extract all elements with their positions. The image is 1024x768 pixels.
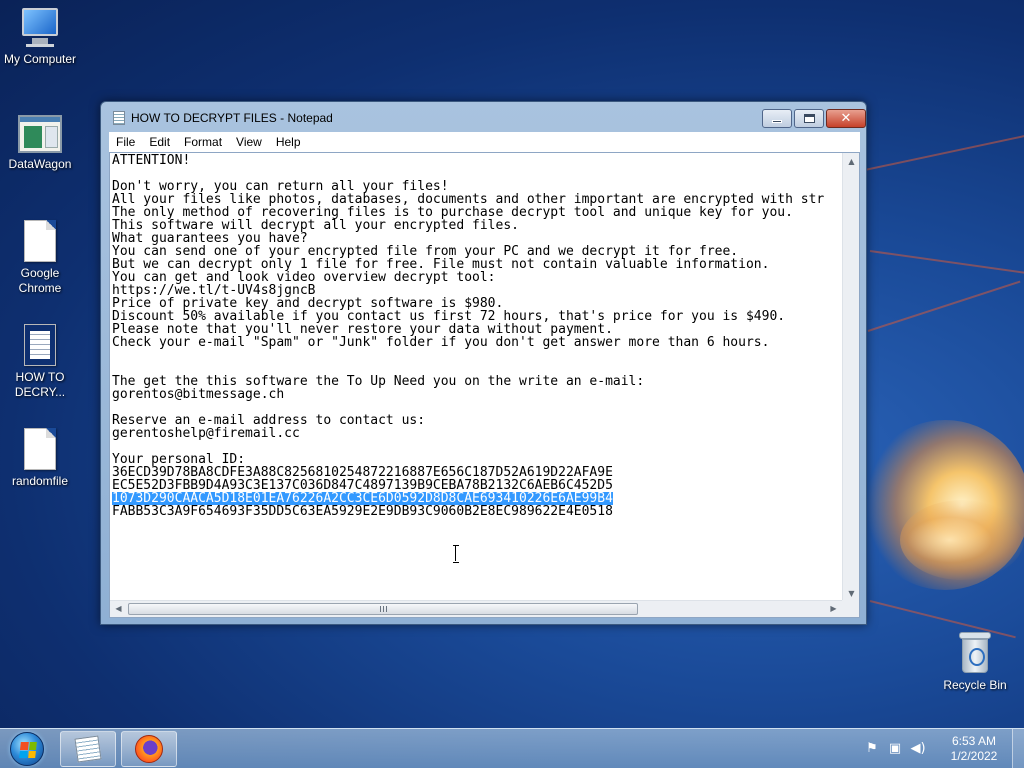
text-line: ATTENTION! xyxy=(112,154,191,167)
menu-bar: File Edit Format View Help xyxy=(109,132,860,152)
menu-file[interactable]: File xyxy=(109,135,142,149)
desktop-icon-how-to-decrypt[interactable]: HOW TO DECRY... xyxy=(0,324,80,400)
document-text[interactable]: ATTENTION! Don't worry, you can return al… xyxy=(112,154,840,601)
text-editor[interactable]: ATTENTION! Don't worry, you can return al… xyxy=(109,152,860,618)
text-line xyxy=(112,401,840,414)
scrollbar-corner xyxy=(842,600,859,617)
text-line: Don't worry, you can return all your fil… xyxy=(112,180,449,193)
text-line: https://we.tl/t-UV4s8jgncB xyxy=(112,284,316,297)
desktop-icon-google-chrome[interactable]: Google Chrome xyxy=(0,220,80,296)
text-line: Reserve an e-mail address to contact us: xyxy=(112,414,426,427)
text-line: But we can decrypt only 1 file for free.… xyxy=(112,258,770,271)
action-center-flag-icon[interactable]: ⚑ xyxy=(864,741,880,757)
desktop-icon-label: DataWagon xyxy=(8,157,72,171)
text-line: Check your e-mail "Spam" or "Junk" folde… xyxy=(112,336,770,349)
title-bar[interactable]: HOW TO DECRYPT FILES - Notepad ✕ xyxy=(101,102,866,132)
grip-icon xyxy=(379,606,387,612)
minimize-button[interactable] xyxy=(762,109,792,128)
text-line: Please note that you'll never restore yo… xyxy=(112,323,613,336)
close-button[interactable]: ✕ xyxy=(826,109,866,128)
text-line: Discount 50% available if you contact us… xyxy=(112,310,786,323)
taskbar-firefox-button[interactable] xyxy=(121,731,177,767)
scroll-right-icon[interactable]: ▶ xyxy=(825,601,842,618)
datawagon-icon xyxy=(18,115,62,153)
scroll-left-icon[interactable]: ◀ xyxy=(110,601,127,618)
scroll-up-icon[interactable]: ▲ xyxy=(843,153,860,170)
taskbar: ⚑ ▣ ◀) 6:53 AM 1/2/2022 xyxy=(0,728,1024,768)
text-line: EC5E52D3FBB9D4A93C3E137C036D847C4897139B… xyxy=(112,479,613,492)
text-line: What guarantees you have? xyxy=(112,232,308,245)
text-line xyxy=(112,167,840,180)
blank-file-icon xyxy=(24,428,56,470)
firefox-icon xyxy=(135,735,163,763)
maximize-icon xyxy=(803,114,815,123)
text-line xyxy=(112,362,840,375)
network-icon[interactable]: ▣ xyxy=(887,741,903,757)
notepad-icon xyxy=(74,735,102,763)
minimize-icon xyxy=(772,120,782,123)
window-title: HOW TO DECRYPT FILES - Notepad xyxy=(131,111,333,125)
desktop-icon-label: HOW TO DECRY... xyxy=(14,370,66,399)
text-line: This software will decrypt all your encr… xyxy=(112,219,519,232)
desktop-icon-recycle-bin[interactable]: Recycle Bin xyxy=(935,632,1015,693)
desktop-icon-datawagon[interactable]: DataWagon xyxy=(0,115,80,172)
recycle-bin-icon xyxy=(959,632,991,674)
text-line: gorentos@bitmessage.ch xyxy=(112,388,285,401)
menu-view[interactable]: View xyxy=(229,135,269,149)
blank-file-icon xyxy=(24,220,56,262)
text-line: 1073D290CAACA5D18E01EA76226A2CC3CE6D0592… xyxy=(112,492,613,505)
show-desktop-button[interactable] xyxy=(1012,729,1024,768)
text-line: 36ECD39D78BA8CDFE3A88C825681025487221688… xyxy=(112,466,613,479)
menu-help[interactable]: Help xyxy=(269,135,308,149)
text-line: You can send one of your encrypted file … xyxy=(112,245,739,258)
taskbar-notepad-button[interactable] xyxy=(60,731,116,767)
desktop-icon-label: Recycle Bin xyxy=(943,678,1007,692)
desktop-icon-randomfile[interactable]: randomfile xyxy=(0,428,80,489)
text-line xyxy=(112,440,840,453)
maximize-button[interactable] xyxy=(794,109,824,128)
notepad-icon xyxy=(113,111,125,125)
text-line: gerentoshelp@firemail.cc xyxy=(112,427,300,440)
text-line xyxy=(112,349,840,362)
text-line: The only method of recovering files is t… xyxy=(112,206,793,219)
system-tray: ⚑ ▣ ◀) xyxy=(864,729,933,768)
text-line: Your personal ID: xyxy=(112,453,246,466)
text-file-icon xyxy=(24,324,56,366)
text-line: The get the this software the To Up Need… xyxy=(112,375,645,388)
windows-logo-icon xyxy=(10,732,44,766)
text-line: Price of private key and decrypt softwar… xyxy=(112,297,504,310)
desktop-icon-label: randomfile xyxy=(11,474,69,488)
horizontal-scrollbar[interactable]: ◀ ▶ xyxy=(110,600,842,617)
vertical-scrollbar[interactable]: ▲ ▼ xyxy=(842,153,859,602)
text-line: FABB53C3A9F654693F35DD5C63EA5929E2E9DB93… xyxy=(112,505,613,518)
text-line: You can get and look video overview decr… xyxy=(112,271,496,284)
computer-icon xyxy=(18,8,62,48)
desktop-icon-label: My Computer xyxy=(3,52,77,66)
menu-format[interactable]: Format xyxy=(177,135,229,149)
desktop-icon-my-computer[interactable]: My Computer xyxy=(0,8,80,67)
clock-time: 6:53 AM xyxy=(951,734,997,748)
menu-edit[interactable]: Edit xyxy=(142,135,177,149)
volume-icon[interactable]: ◀) xyxy=(910,741,926,757)
horizontal-scroll-thumb[interactable] xyxy=(128,603,638,615)
notepad-window[interactable]: HOW TO DECRYPT FILES - Notepad ✕ File Ed… xyxy=(100,101,867,625)
start-button[interactable] xyxy=(2,730,52,768)
text-cursor-icon xyxy=(453,545,459,563)
clock-date: 1/2/2022 xyxy=(950,749,998,763)
desktop-icon-label: Google Chrome xyxy=(18,266,62,295)
text-line: All your files like photos, databases, d… xyxy=(112,193,825,206)
close-icon: ✕ xyxy=(840,111,852,126)
clock[interactable]: 6:53 AM 1/2/2022 xyxy=(945,734,1003,764)
